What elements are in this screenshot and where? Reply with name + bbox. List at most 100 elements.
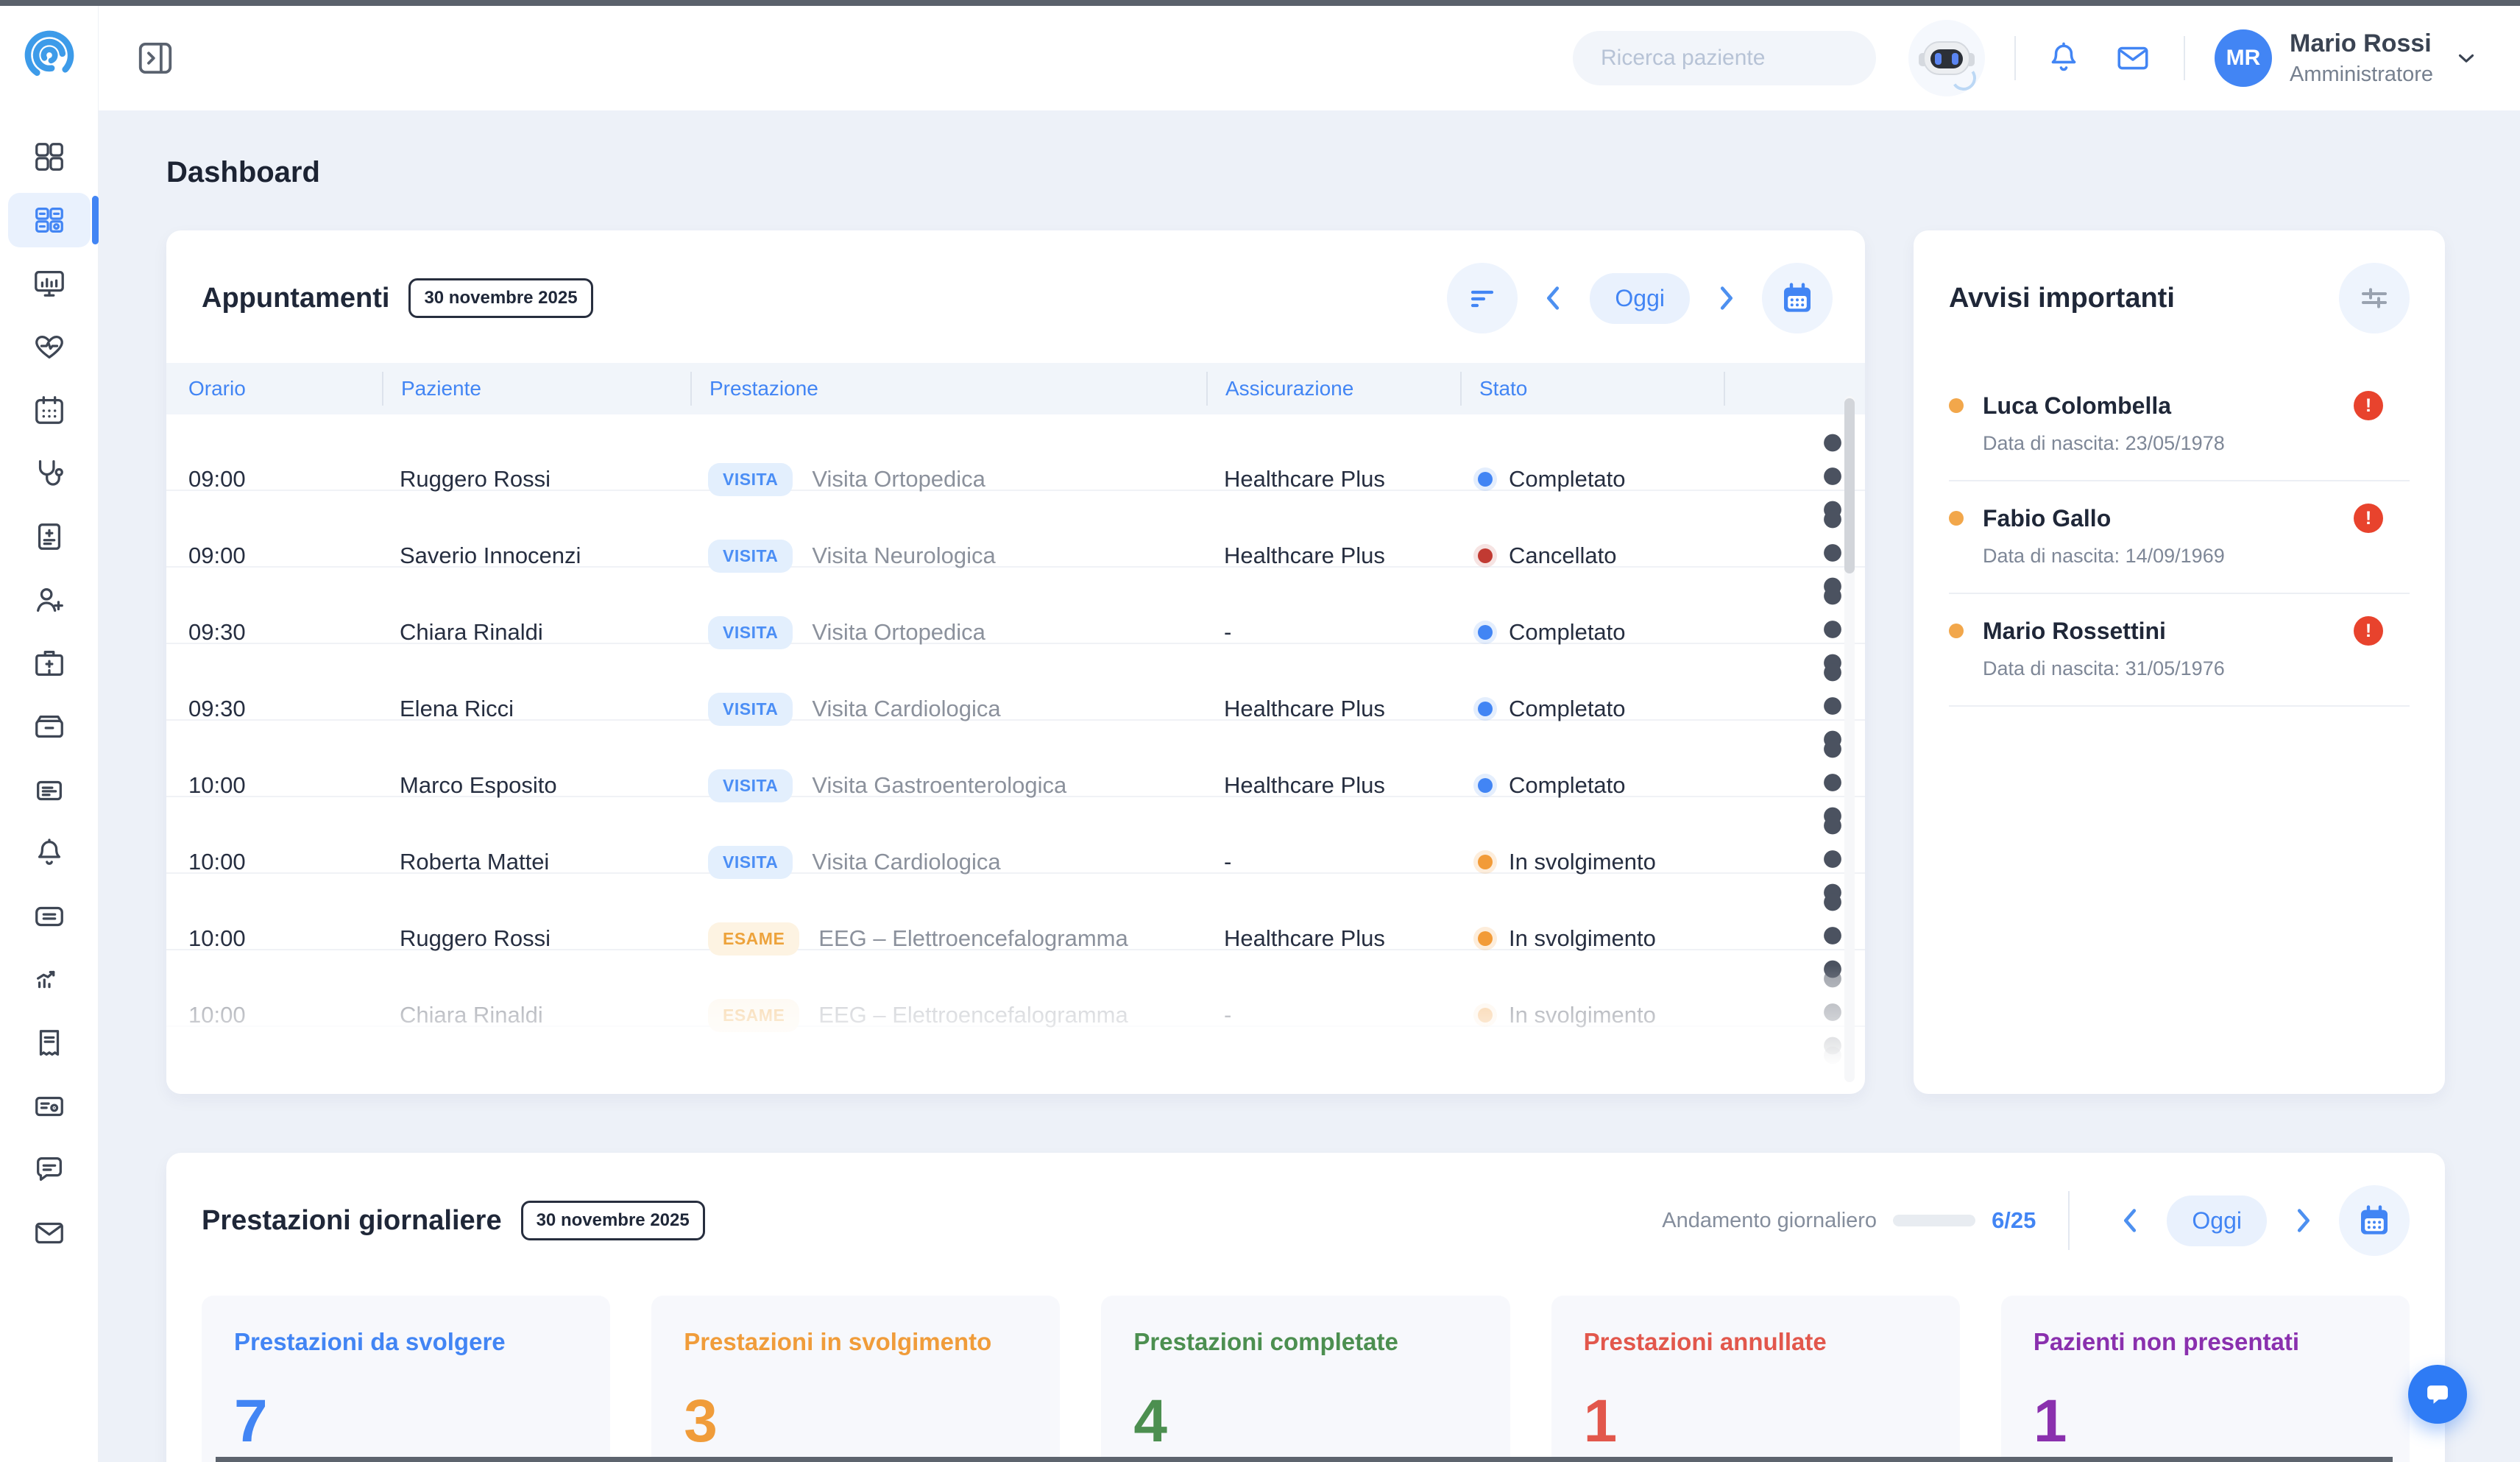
stat-title: Prestazioni in svolgimento bbox=[684, 1328, 1027, 1356]
alert-item[interactable]: Fabio Gallo ! Data di nascita: 14/09/196… bbox=[1949, 481, 2410, 594]
daily-today-button[interactable]: Oggi bbox=[2167, 1196, 2267, 1246]
stat-value: 7 bbox=[234, 1387, 578, 1456]
filter-button[interactable] bbox=[1447, 263, 1518, 333]
daily-stats-row: Prestazioni da svolgere 7 Da completare … bbox=[202, 1296, 2410, 1462]
chat-fab-button[interactable] bbox=[2408, 1365, 2467, 1424]
cell-stato: In svolgimento bbox=[1460, 1002, 1724, 1028]
daily-stat-card[interactable]: Pazienti non presentati 1 No-show regist… bbox=[2001, 1296, 2410, 1462]
sidebar-item-chat-bubble[interactable] bbox=[8, 1143, 91, 1197]
daily-next-chevron-icon[interactable] bbox=[2286, 1204, 2320, 1237]
table-row[interactable]: 10:00 Chiara Rinaldi ESAME EEG – Elettro… bbox=[166, 950, 1865, 1027]
column-header-orario[interactable]: Orario bbox=[166, 372, 382, 406]
search-input[interactable] bbox=[1601, 46, 1885, 71]
alerts-settings-button[interactable] bbox=[2339, 263, 2410, 333]
sidebar-item-bell[interactable] bbox=[8, 826, 91, 880]
today-button[interactable]: Oggi bbox=[1590, 273, 1690, 324]
top-loading-strip bbox=[0, 0, 2520, 6]
appointments-date-badge: 30 novembre 2025 bbox=[408, 278, 592, 318]
sidebar-item-invoice[interactable] bbox=[8, 1016, 91, 1070]
sidebar-item-mail[interactable] bbox=[8, 1206, 91, 1260]
sidebar-item-analytics-activity[interactable] bbox=[8, 953, 91, 1007]
sidebar-item-card-eye[interactable] bbox=[8, 1079, 91, 1134]
sidebar-item-monitor-chart[interactable] bbox=[8, 256, 91, 311]
cell-orario: 09:00 bbox=[166, 466, 382, 492]
status-dot bbox=[1478, 778, 1493, 793]
sidebar-item-archive-box[interactable] bbox=[8, 699, 91, 754]
daily-stat-card[interactable]: Prestazioni in svolgimento 3 Attività at… bbox=[651, 1296, 1060, 1462]
daily-date-badge: 30 novembre 2025 bbox=[521, 1201, 705, 1240]
cell-paziente: Chiara Rinaldi bbox=[382, 1002, 690, 1028]
column-header-paziente[interactable]: Paziente bbox=[382, 372, 690, 406]
sidebar-item-medical-report[interactable] bbox=[8, 509, 91, 564]
table-row[interactable]: 10:00 Paolo Giordano VISITA Visita Ortop… bbox=[166, 1027, 1865, 1094]
messages-mail-icon[interactable] bbox=[2114, 40, 2151, 77]
ai-assistant-button[interactable] bbox=[1908, 20, 1985, 96]
daily-stat-card[interactable]: Prestazioni da svolgere 7 Da completare … bbox=[202, 1296, 610, 1462]
sidebar-item-modules-grid[interactable] bbox=[8, 193, 91, 247]
sidebar-item-stethoscope[interactable] bbox=[8, 446, 91, 501]
alerts-list: Luca Colombella ! Data di nascita: 23/05… bbox=[1949, 369, 2410, 707]
cell-orario: 10:00 bbox=[166, 925, 382, 952]
daily-stat-card[interactable]: Prestazioni completate 4 Chiuse nella gi… bbox=[1101, 1296, 1509, 1462]
medical-report-icon bbox=[32, 520, 66, 554]
chat-bubble-icon bbox=[32, 1153, 66, 1187]
user-menu-chevron-icon[interactable] bbox=[2454, 46, 2479, 71]
column-header-assicurazione[interactable]: Assicurazione bbox=[1206, 372, 1460, 406]
bell-icon bbox=[32, 836, 66, 870]
cell-assicurazione: - bbox=[1206, 619, 1460, 646]
table-row[interactable]: 09:30 Chiara Rinaldi VISITA Visita Ortop… bbox=[166, 568, 1865, 644]
table-row[interactable]: 10:00 Roberta Mattei VISITA Visita Cardi… bbox=[166, 797, 1865, 874]
modules-grid-icon bbox=[32, 203, 66, 237]
prev-day-chevron-icon[interactable] bbox=[1537, 281, 1571, 315]
card-eye-icon bbox=[32, 1090, 66, 1123]
calendar-picker-button[interactable] bbox=[1762, 263, 1833, 333]
cell-stato: Completato bbox=[1460, 619, 1724, 646]
sidebar-item-add-patient[interactable] bbox=[8, 573, 91, 627]
alert-item[interactable]: Luca Colombella ! Data di nascita: 23/05… bbox=[1949, 369, 2410, 481]
table-row[interactable]: 09:30 Elena Ricci VISITA Visita Cardiolo… bbox=[166, 644, 1865, 721]
stat-title: Prestazioni da svolgere bbox=[234, 1328, 578, 1356]
sidebar-item-documents[interactable] bbox=[8, 763, 91, 817]
status-label: In svolgimento bbox=[1509, 1002, 1656, 1028]
sidebar-item-calendar[interactable] bbox=[8, 383, 91, 437]
app-logo[interactable] bbox=[0, 0, 98, 110]
table-row[interactable]: 10:00 Marco Esposito VISITA Visita Gastr… bbox=[166, 721, 1865, 797]
type-badge: VISITA bbox=[708, 540, 793, 573]
cell-prestazione: VISITA Visita Cardiologica bbox=[690, 693, 1206, 726]
user-avatar[interactable]: MR bbox=[2215, 29, 2272, 87]
sidebar-item-card-notes[interactable] bbox=[8, 889, 91, 944]
alert-dot-icon bbox=[1949, 624, 1964, 638]
stat-value: 1 bbox=[1584, 1387, 1928, 1456]
sidebar-item-heart-pulse[interactable] bbox=[8, 319, 91, 374]
alerts-card: Avvisi importanti Luca Colombella ! Data… bbox=[1914, 230, 2445, 1094]
cell-orario: 09:30 bbox=[166, 696, 382, 722]
table-body: 09:00 Ruggero Rossi VISITA Visita Ortope… bbox=[166, 414, 1865, 1094]
cell-assicurazione: Healthcare Plus bbox=[1206, 543, 1460, 569]
cell-assicurazione: - bbox=[1206, 849, 1460, 875]
table-scrollbar-thumb[interactable] bbox=[1844, 398, 1855, 573]
status-dot bbox=[1478, 548, 1493, 563]
daily-stat-card[interactable]: Prestazioni annullate 1 Disdette dai paz… bbox=[1551, 1296, 1960, 1462]
page-title: Dashboard bbox=[166, 156, 2445, 189]
next-day-chevron-icon[interactable] bbox=[1709, 281, 1743, 315]
table-row[interactable]: 09:00 Saverio Innocenzi VISITA Visita Ne… bbox=[166, 491, 1865, 568]
alert-birth-date: Data di nascita: 31/05/1976 bbox=[1983, 657, 2410, 680]
cell-paziente: Ruggero Rossi bbox=[382, 925, 690, 952]
table-row[interactable]: 09:00 Ruggero Rossi VISITA Visita Ortope… bbox=[166, 414, 1865, 491]
daily-prev-chevron-icon[interactable] bbox=[2114, 1204, 2148, 1237]
alert-item[interactable]: Mario Rossettini ! Data di nascita: 31/0… bbox=[1949, 594, 2410, 707]
notifications-bell-icon[interactable] bbox=[2045, 40, 2082, 77]
cell-stato: Da svolgere bbox=[1460, 1078, 1724, 1094]
column-header-prestazione[interactable]: Prestazione bbox=[690, 372, 1206, 406]
stat-title: Pazienti non presentati bbox=[2034, 1328, 2377, 1356]
alert-patient-name: Mario Rossettini bbox=[1983, 618, 2166, 645]
sidebar-item-hospital[interactable] bbox=[8, 636, 91, 691]
alert-exclamation-badge: ! bbox=[2354, 504, 2383, 533]
status-label: In svolgimento bbox=[1509, 925, 1656, 952]
sidebar-collapse-icon[interactable] bbox=[135, 38, 175, 78]
daily-calendar-button[interactable] bbox=[2339, 1185, 2410, 1256]
sidebar-item-dashboard-grid[interactable] bbox=[8, 130, 91, 184]
status-label: Completato bbox=[1509, 696, 1626, 722]
table-row[interactable]: 10:00 Ruggero Rossi ESAME EEG – Elettroe… bbox=[166, 874, 1865, 950]
column-header-stato[interactable]: Stato bbox=[1460, 372, 1724, 406]
